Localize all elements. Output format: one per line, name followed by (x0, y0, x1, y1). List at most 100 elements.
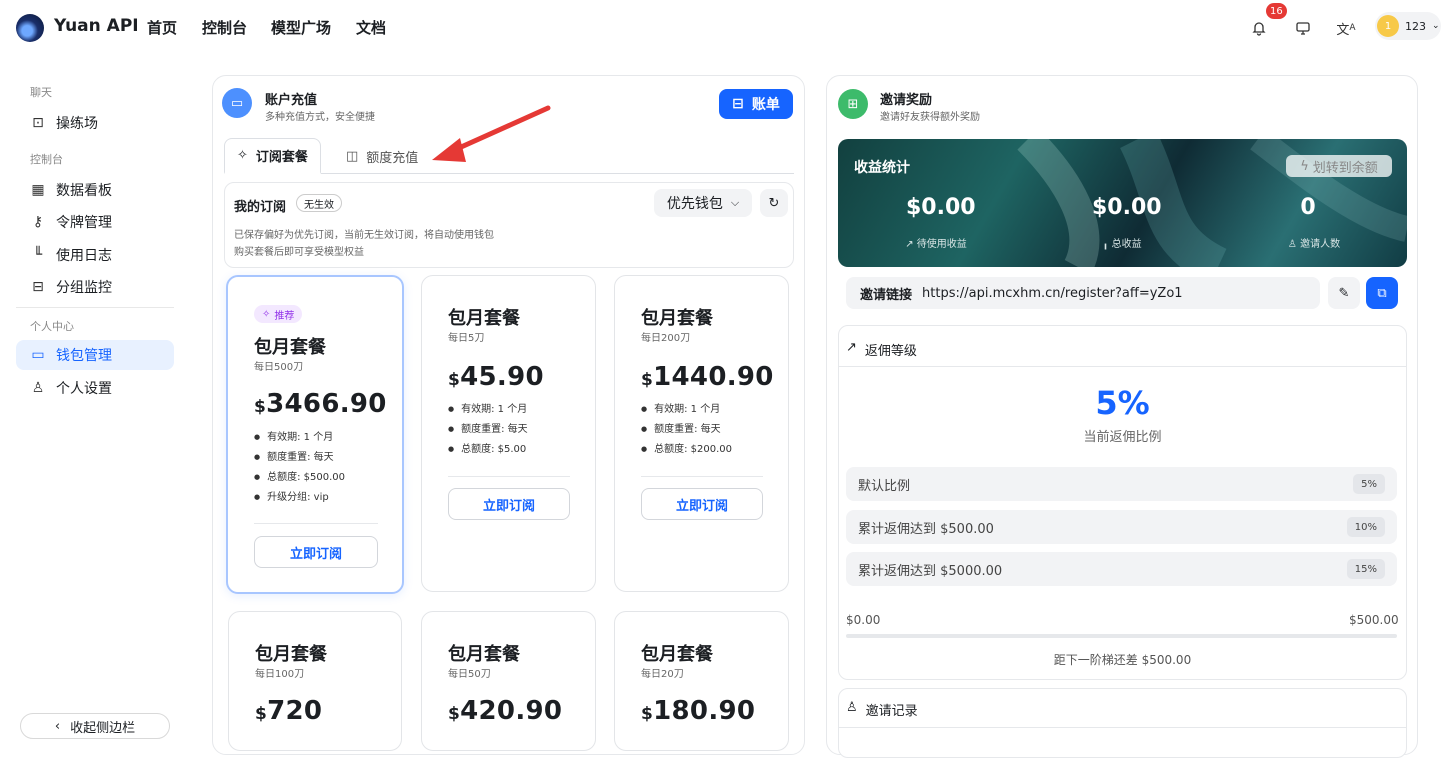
plan-price: $45.90 (448, 362, 544, 392)
sidebar-item-dashboard[interactable]: ▦ 数据看板 (16, 175, 174, 205)
level-label: 默认比例 (858, 478, 911, 494)
subscribe-button[interactable]: 立即订阅 (448, 488, 570, 520)
sidebar-item-label: 个人设置 (56, 381, 112, 397)
plan-card[interactable]: 包月套餐 每日200刀 $1440.90 有效期: 1 个月额度重置: 每天总额… (614, 275, 789, 592)
plan-card[interactable]: 包月套餐 每日50刀 $420.90 (421, 611, 596, 751)
current-rate-value: 5% (1095, 384, 1150, 422)
recommend-label: 推荐 (274, 310, 295, 322)
nav-console[interactable]: 控制台 (202, 17, 247, 38)
plan-card[interactable]: 包月套餐 每日100刀 $720 (228, 611, 402, 751)
bell-icon[interactable] (1245, 14, 1273, 42)
refresh-icon[interactable]: ↻ (760, 189, 788, 217)
receipt-icon: ⊟ (732, 96, 744, 112)
user-name: 123 (1405, 19, 1426, 33)
tab-topup[interactable]: ◫ 额度充值 (334, 138, 430, 174)
invite-count-value: 0 (1300, 195, 1316, 220)
playground-icon: ⊡ (32, 115, 44, 131)
nav-docs[interactable]: 文档 (356, 17, 386, 38)
level-label: 累计返佣达到 $500.00 (858, 521, 994, 537)
sidebar-item-wallet[interactable]: ▭ 钱包管理 (16, 340, 174, 370)
pending-earnings-label: ↗ 待使用收益 (905, 239, 967, 250)
plan-name: 包月套餐 (641, 644, 713, 665)
plan-name: 包月套餐 (641, 308, 713, 329)
nav-model-square[interactable]: 模型广场 (271, 17, 331, 38)
wallet-icon: ◫ (346, 148, 359, 164)
total-earnings-label: ╻ 总收益 (1102, 239, 1142, 250)
sidebar-item-label: 分组监控 (56, 280, 112, 296)
plan-price: $3466.90 (254, 389, 387, 419)
user-menu[interactable]: 1 123 ⌄ (1375, 12, 1441, 40)
sidebar-item-label: 钱包管理 (56, 348, 112, 364)
transfer-button[interactable]: ϟ 划转到余额 (1286, 155, 1392, 177)
progress-start: $0.00 (846, 613, 881, 627)
tab-label: 额度充值 (366, 150, 419, 166)
bar-chart-icon: ╻ (1102, 239, 1112, 250)
level-tag: 10% (1346, 517, 1385, 537)
dashboard-icon: ▦ (31, 182, 45, 198)
plan-card[interactable]: 包月套餐 每日20刀 $180.90 (614, 611, 789, 751)
top-bar: Yuan API 首页 控制台 模型广场 文档 16 文A 1 123 ⌄ (0, 0, 1450, 56)
transfer-label: 划转到余额 (1312, 160, 1378, 176)
section-console: 控制台 (30, 153, 63, 166)
plan-card[interactable]: 包月套餐 每日5刀 $45.90 有效期: 1 个月额度重置: 每天总额度: $… (421, 275, 596, 592)
sidebar-item-settings[interactable]: ♙ 个人设置 (16, 373, 174, 403)
plan-name: 包月套餐 (254, 337, 326, 358)
plan-divider (254, 523, 378, 524)
my-subscription-title: 我的订阅 (234, 200, 287, 215)
sidebar-item-logs[interactable]: ╙ 使用日志 (16, 240, 174, 270)
brand-logo[interactable] (16, 14, 44, 42)
wallet-preference-select[interactable]: 优先钱包 ⌵ (654, 189, 752, 217)
section-chat: 聊天 (30, 86, 52, 99)
plan-divider (641, 476, 763, 477)
section-personal: 个人中心 (30, 320, 74, 333)
wallet-icon: ▭ (31, 347, 45, 363)
plan-features: 有效期: 1 个月额度重置: 每天总额度: $200.00 (641, 400, 732, 460)
subscribe-button[interactable]: 立即订阅 (254, 536, 378, 568)
sidebar-item-group-monitor[interactable]: ⊟ 分组监控 (16, 272, 174, 302)
invite-title: 邀请奖励 (880, 93, 933, 108)
user-icon: ♙ (31, 380, 45, 396)
subscribe-button[interactable]: 立即订阅 (641, 488, 763, 520)
plan-name: 包月套餐 (448, 308, 520, 329)
commission-level-title: 返佣等级 (864, 344, 917, 359)
plan-desc: 每日100刀 (255, 669, 305, 680)
users-icon: ♙ (1287, 239, 1301, 250)
level-label: 累计返佣达到 $5000.00 (858, 563, 1003, 579)
monitor-icon[interactable] (1289, 14, 1317, 42)
collapse-sidebar-button[interactable]: ‹ 收起侧边栏 (20, 713, 170, 739)
gift-icon: ⊞ (838, 89, 868, 119)
invite-records-title: 邀请记录 (865, 704, 918, 719)
copy-icon[interactable]: ⧉ (1366, 277, 1398, 309)
invite-link-field[interactable]: 邀请链接 https://api.mcxhm.cn/register?aff=y… (846, 277, 1320, 309)
divider (838, 366, 1407, 367)
bill-button[interactable]: ⊟ 账单 (719, 89, 793, 119)
brand-name[interactable]: Yuan API (54, 16, 139, 36)
chart-icon: ╙ (33, 247, 43, 263)
level-tag: 5% (1353, 474, 1385, 494)
trend-icon: ↗ (846, 340, 857, 355)
pending-earnings-value: $0.00 (906, 195, 976, 220)
bill-button-label: 账单 (751, 97, 780, 113)
translate-icon[interactable]: 文A (1332, 14, 1360, 42)
plan-price: $1440.90 (641, 362, 774, 392)
sidebar-item-playground[interactable]: ⊡ 操练场 (16, 108, 174, 138)
plan-desc: 每日5刀 (448, 333, 485, 344)
sidebar-item-tokens[interactable]: ⚷ 令牌管理 (16, 207, 174, 237)
collapse-label: 收起侧边栏 (70, 720, 136, 736)
progress-end: $500.00 (1349, 613, 1399, 627)
sidebar-item-label: 令牌管理 (56, 215, 112, 231)
key-icon: ⚷ (32, 214, 44, 230)
tab-subscription[interactable]: ✧ 订阅套餐 (224, 138, 321, 174)
sidebar-item-label: 使用日志 (56, 248, 112, 264)
plan-card[interactable]: ✧推荐 包月套餐 每日500刀 $3466.90 有效期: 1 个月额度重置: … (226, 275, 404, 594)
wallet-preference-value: 优先钱包 (666, 196, 723, 212)
level-tag: 15% (1346, 559, 1385, 579)
plan-name: 包月套餐 (448, 644, 520, 665)
nav-home[interactable]: 首页 (147, 17, 177, 38)
edit-icon[interactable]: ✎ (1328, 277, 1360, 309)
invite-count-label: ♙ 邀请人数 (1287, 239, 1341, 250)
sparkle-icon: ✧ (262, 308, 271, 320)
tab-label: 订阅套餐 (255, 150, 308, 165)
card-icon: ▭ (222, 88, 252, 118)
progress-text: 距下一阶梯还差 $500.00 (1053, 653, 1192, 667)
